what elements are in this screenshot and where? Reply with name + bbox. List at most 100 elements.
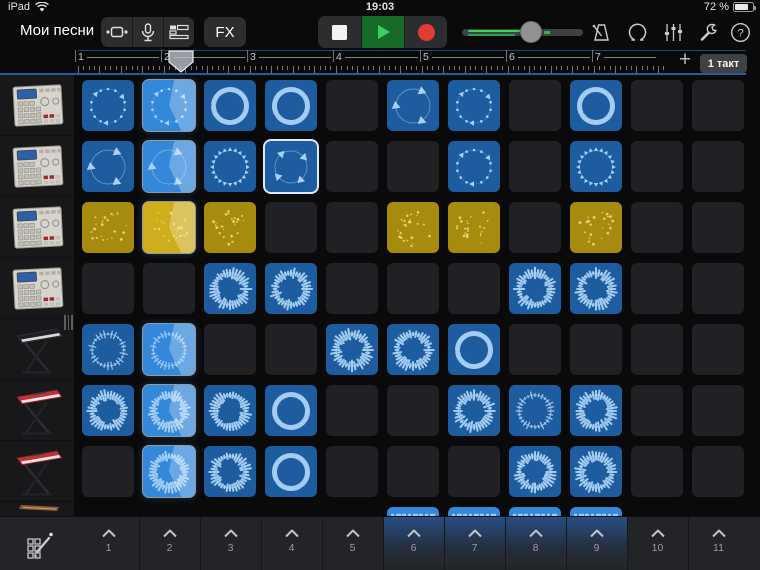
empty-cell[interactable] [631,446,683,497]
track-header-stage-piano-red[interactable] [0,442,76,502]
empty-cell[interactable] [326,263,378,314]
loop-cell[interactable] [143,446,195,497]
empty-cell[interactable] [631,324,683,375]
empty-cell[interactable] [387,141,439,192]
loop-cell[interactable] [570,385,622,436]
loop-cell[interactable] [265,141,317,192]
play-button[interactable] [361,16,404,48]
loop-cell[interactable] [509,385,561,436]
empty-cell[interactable] [326,446,378,497]
loop-cell[interactable] [387,202,439,253]
add-bars-button[interactable]: + [674,48,696,72]
track-header-drum-machine[interactable] [0,198,76,258]
loop-cell[interactable] [265,446,317,497]
empty-cell[interactable] [265,202,317,253]
loop-cell[interactable] [265,80,317,131]
empty-cell[interactable] [387,446,439,497]
loop-cell[interactable] [570,80,622,131]
empty-cell[interactable] [326,80,378,131]
fx-button[interactable]: FX [204,17,246,47]
track-header-drum-machine[interactable] [0,259,76,319]
loop-cell[interactable] [387,80,439,131]
empty-cell[interactable] [509,324,561,375]
empty-cell[interactable] [631,80,683,131]
loop-cell[interactable] [143,202,195,253]
metronome-icon[interactable] [590,21,612,43]
empty-cell[interactable] [692,141,744,192]
column-trigger-3[interactable]: 3 [200,517,261,570]
column-trigger-7[interactable]: 7 [444,517,505,570]
loop-cell[interactable] [326,324,378,375]
column-trigger-6[interactable]: 6 [383,517,444,570]
empty-cell[interactable] [692,202,744,253]
empty-cell[interactable] [265,324,317,375]
empty-cell[interactable] [82,446,134,497]
master-volume-slider[interactable] [462,21,583,43]
column-trigger-1[interactable]: 1 [78,517,139,570]
loop-cell[interactable] [387,324,439,375]
column-trigger-8[interactable]: 8 [505,517,566,570]
track-header-drum-machine[interactable] [0,76,76,136]
edit-cells-button[interactable] [0,517,77,570]
loop-cell[interactable] [204,446,256,497]
help-icon[interactable]: ? [729,21,751,43]
empty-cell[interactable] [631,141,683,192]
empty-cell[interactable] [326,141,378,192]
my-songs-button[interactable]: Мои песни [20,22,94,39]
track-header-strings-partial[interactable] [0,503,76,514]
column-trigger-9[interactable]: 9 [566,517,627,570]
column-trigger-4[interactable]: 4 [261,517,322,570]
timeline-ruler[interactable]: 1234567 + 1 такт [0,48,760,75]
empty-cell[interactable] [326,385,378,436]
empty-cell[interactable] [448,446,500,497]
empty-cell[interactable] [692,263,744,314]
loop-cell[interactable] [204,263,256,314]
live-loops-grid-icon[interactable] [101,17,132,47]
tracks-view-icon[interactable] [163,17,194,47]
loop-cell[interactable] [448,141,500,192]
loop-cell[interactable] [570,202,622,253]
empty-cell[interactable] [692,446,744,497]
column-trigger-2[interactable]: 2 [139,517,200,570]
loop-cell[interactable] [509,263,561,314]
empty-cell[interactable] [692,385,744,436]
column-trigger-5[interactable]: 5 [322,517,383,570]
empty-cell[interactable] [387,263,439,314]
loop-cell[interactable] [143,141,195,192]
loop-cell[interactable] [570,446,622,497]
empty-cell[interactable] [692,324,744,375]
loop-cell[interactable] [570,263,622,314]
loop-cell[interactable] [82,141,134,192]
empty-cell[interactable] [326,202,378,253]
loop-cell[interactable] [143,80,195,131]
loop-cell[interactable] [204,80,256,131]
empty-cell[interactable] [631,385,683,436]
empty-cell[interactable] [509,141,561,192]
loop-cell[interactable] [82,80,134,131]
bar-length-badge[interactable]: 1 такт [700,54,747,73]
loop-cell[interactable] [265,263,317,314]
empty-cell[interactable] [82,263,134,314]
loop-browser-icon[interactable] [626,21,648,43]
loop-cell[interactable] [448,202,500,253]
track-header-drum-machine[interactable] [0,137,76,197]
empty-cell[interactable] [509,202,561,253]
empty-cell[interactable] [631,202,683,253]
loop-cell[interactable] [82,385,134,436]
microphone-icon[interactable] [132,17,163,47]
loop-cell[interactable] [448,80,500,131]
playhead[interactable] [167,50,195,74]
loop-cell[interactable] [82,202,134,253]
mixer-levels-icon[interactable] [662,21,684,43]
record-button[interactable] [404,16,447,48]
wrench-icon[interactable] [697,21,719,43]
loop-cell[interactable] [204,385,256,436]
loop-cell[interactable] [570,141,622,192]
empty-cell[interactable] [692,80,744,131]
stop-button[interactable] [318,16,361,48]
loop-cell[interactable] [509,446,561,497]
loop-cell[interactable] [143,385,195,436]
loop-cell[interactable] [448,385,500,436]
empty-cell[interactable] [448,263,500,314]
empty-cell[interactable] [204,324,256,375]
